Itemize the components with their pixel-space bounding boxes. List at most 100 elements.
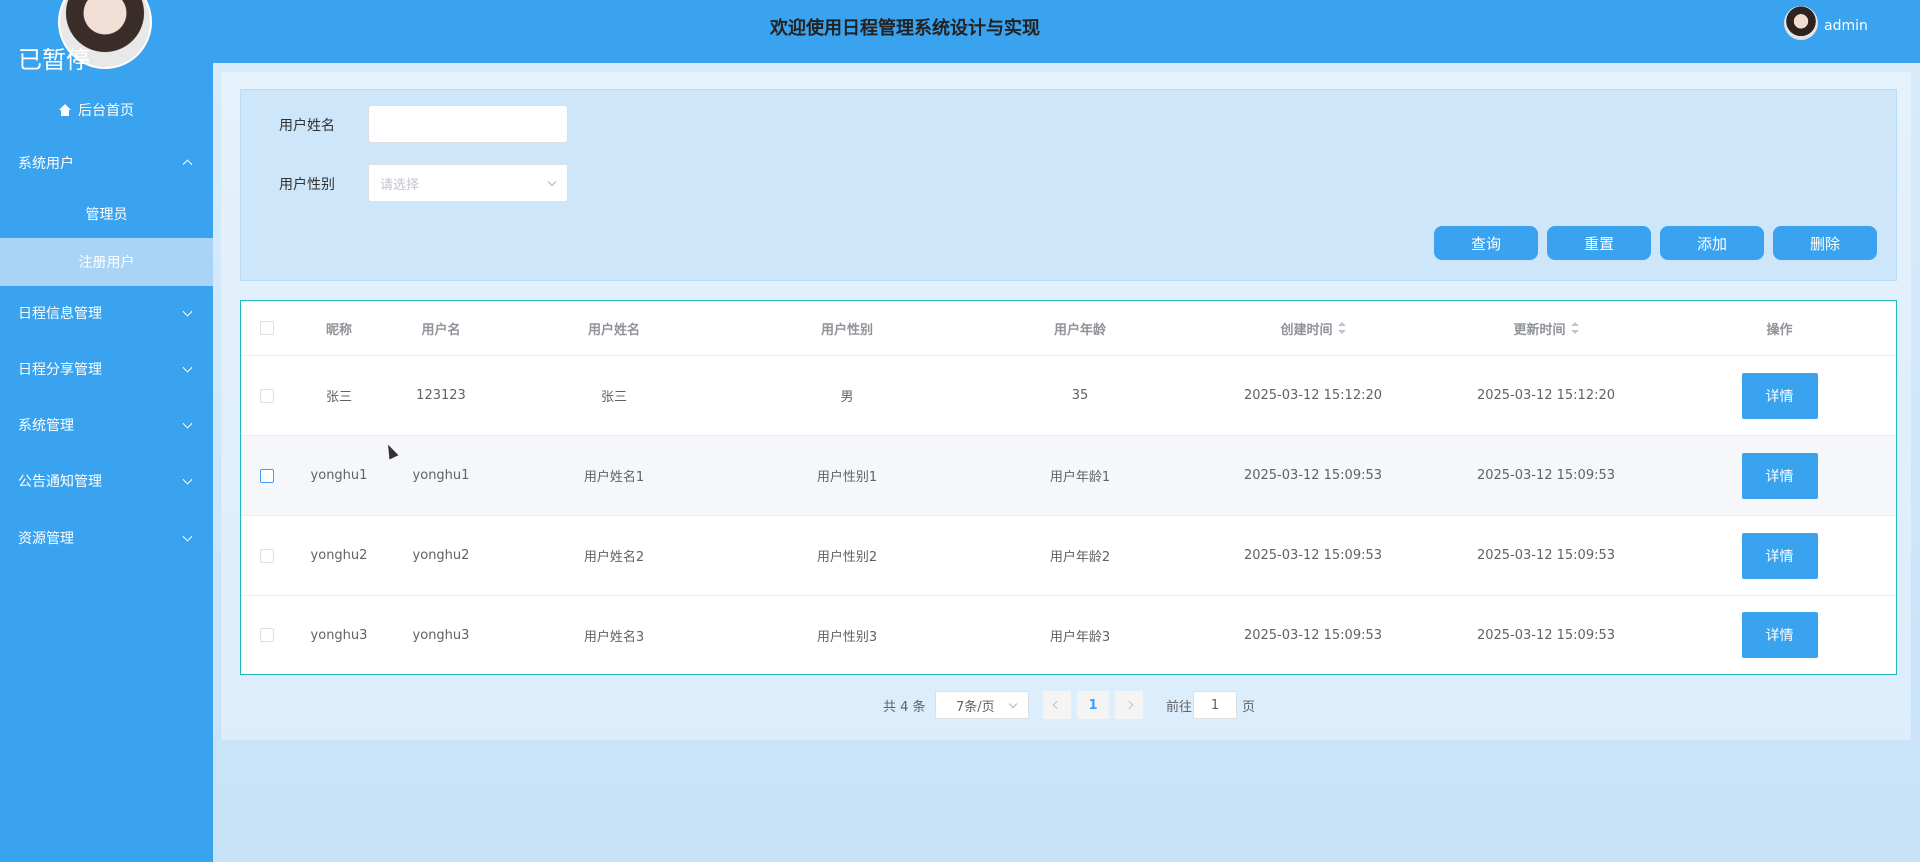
cell-updated: 2025-03-12 15:12:20 (1476, 388, 1616, 403)
chevron-down-icon (182, 418, 193, 429)
row-select-cell (241, 596, 293, 674)
cell-action: 详情 (1663, 436, 1896, 515)
pagination-total: 共 4 条 (883, 699, 926, 715)
detail-button[interactable]: 详情 (1741, 532, 1818, 579)
table-row: yonghu1 yonghu1 用户姓名1 用户性别1 用户年龄1 2025-0… (241, 436, 1896, 516)
menu-label: 资源管理 (18, 531, 74, 547)
menu-schedule-info[interactable]: 日程信息管理 (0, 291, 213, 335)
menu-resources[interactable]: 资源管理 (0, 516, 213, 560)
username-label[interactable]: admin (1824, 18, 1868, 34)
menu-label: 日程分享管理 (18, 362, 102, 378)
col-header-created-label: 创建时间 (1280, 322, 1333, 338)
home-icon (58, 104, 72, 116)
cell-gender: 用户性别2 (816, 550, 878, 565)
cell-updated: 2025-03-12 15:09:53 (1476, 627, 1616, 643)
cell-realname: 用户姓名3 (583, 629, 645, 645)
cell-nickname: yonghu2 (310, 548, 368, 563)
next-page-button[interactable] (1115, 691, 1143, 719)
table-row: 张三 123123 张三 男 35 2025-03-12 15:12:20 20… (241, 356, 1896, 436)
name-label: 用户姓名 (279, 118, 335, 134)
cell-updated: 2025-03-12 15:09:53 (1476, 548, 1616, 563)
cell-age: 用户年龄1 (1049, 470, 1111, 485)
submenu-label: 注册用户 (78, 255, 135, 271)
row-select-cell (241, 436, 293, 515)
col-header-realname: 用户姓名 (587, 322, 640, 338)
menu-schedule-share[interactable]: 日程分享管理 (0, 347, 213, 391)
chevron-down-icon (182, 474, 193, 485)
sort-icon[interactable] (1337, 322, 1346, 334)
cell-action: 详情 (1663, 516, 1896, 595)
col-header-username: 用户名 (421, 322, 461, 338)
cell-age: 35 (1071, 388, 1089, 403)
chevron-down-icon (182, 306, 193, 317)
menu-label: 公告通知管理 (18, 474, 102, 490)
sidebar: 已暂停 后台首页 系统用户 管理员 注册用户 日程信息管理 日程分享管理 系统管… (0, 0, 213, 862)
sort-icon[interactable] (1570, 322, 1579, 334)
avatar[interactable] (1784, 6, 1818, 40)
menu-system-users[interactable]: 系统用户 (0, 141, 213, 185)
table-row: yonghu2 yonghu2 用户姓名2 用户性别2 用户年龄2 2025-0… (241, 516, 1896, 596)
cell-gender: 男 (840, 390, 854, 405)
col-header-gender: 用户性别 (820, 322, 873, 338)
gender-placeholder: 请选择 (380, 177, 420, 193)
col-header-updated[interactable]: 更新时间 (1429, 301, 1663, 355)
col-header-created[interactable]: 创建时间 (1197, 301, 1429, 355)
row-checkbox[interactable] (260, 388, 274, 403)
cell-action: 详情 (1663, 356, 1896, 435)
prev-page-button[interactable] (1043, 691, 1071, 719)
chevron-down-icon (1008, 699, 1018, 709)
select-all-checkbox[interactable] (260, 321, 274, 335)
cell-created: 2025-03-12 15:09:53 (1243, 548, 1383, 563)
cell-nickname: 张三 (325, 390, 352, 405)
page-title: 欢迎使用日程管理系统设计与实现 (770, 18, 1040, 39)
col-header-age: 用户年龄 (1053, 322, 1106, 338)
menu-system-management[interactable]: 系统管理 (0, 403, 213, 447)
goto-prefix: 前往 (1166, 699, 1193, 715)
cell-updated: 2025-03-12 15:09:53 (1476, 468, 1616, 483)
query-button[interactable]: 查询 (1434, 226, 1538, 260)
cell-nickname: yonghu1 (310, 468, 368, 483)
cell-age: 用户年龄2 (1049, 550, 1111, 565)
select-all-cell (241, 301, 293, 355)
cell-gender: 用户性别1 (816, 470, 878, 485)
detail-button[interactable]: 详情 (1741, 612, 1818, 658)
submenu-registered-users[interactable]: 注册用户 (0, 238, 213, 286)
row-checkbox[interactable] (260, 548, 274, 563)
cell-username: yonghu2 (412, 548, 470, 563)
cell-realname: 用户姓名1 (583, 470, 645, 485)
delete-button[interactable]: 删除 (1773, 226, 1877, 260)
gender-label: 用户性别 (279, 177, 335, 193)
page-size-value: 7条/页 (956, 699, 995, 715)
table-row: yonghu3 yonghu3 用户姓名3 用户性别3 用户年龄3 2025-0… (241, 596, 1896, 674)
name-input[interactable] (368, 105, 568, 143)
home-link-label: 后台首页 (78, 103, 134, 119)
chevron-down-icon (182, 531, 193, 542)
cell-created: 2025-03-12 15:12:20 (1243, 388, 1383, 403)
page-size-select[interactable]: 7条/页 (935, 691, 1029, 719)
cell-username: yonghu3 (412, 627, 470, 643)
menu-label: 日程信息管理 (18, 306, 102, 322)
chevron-right-icon (1124, 700, 1134, 710)
menu-label: 系统管理 (18, 418, 74, 434)
users-table: 昵称 用户名 用户姓名 用户性别 用户年龄 创建时间 更新时间 操作 张三 12… (240, 300, 1897, 675)
page-number-current[interactable]: 1 (1077, 691, 1109, 719)
col-header-action: 操作 (1766, 322, 1793, 338)
home-link[interactable]: 后台首页 (58, 100, 134, 120)
chevron-up-icon (182, 159, 193, 170)
menu-announcements[interactable]: 公告通知管理 (0, 459, 213, 503)
table-header-row: 昵称 用户名 用户姓名 用户性别 用户年龄 创建时间 更新时间 操作 (241, 301, 1896, 356)
detail-button[interactable]: 详情 (1741, 372, 1818, 419)
submenu-admin[interactable]: 管理员 (0, 190, 213, 238)
cell-username: 123123 (416, 388, 466, 403)
top-header: 欢迎使用日程管理系统设计与实现 admin (213, 0, 1920, 63)
goto-suffix: 页 (1242, 699, 1256, 715)
add-button[interactable]: 添加 (1660, 226, 1764, 260)
cell-username: yonghu1 (412, 468, 470, 483)
row-checkbox[interactable] (260, 628, 274, 642)
chevron-down-icon (547, 177, 557, 187)
detail-button[interactable]: 详情 (1741, 452, 1818, 499)
gender-select[interactable]: 请选择 (368, 164, 568, 202)
row-checkbox[interactable] (260, 468, 274, 483)
goto-page-input[interactable]: 1 (1193, 691, 1237, 719)
reset-button[interactable]: 重置 (1547, 226, 1651, 260)
